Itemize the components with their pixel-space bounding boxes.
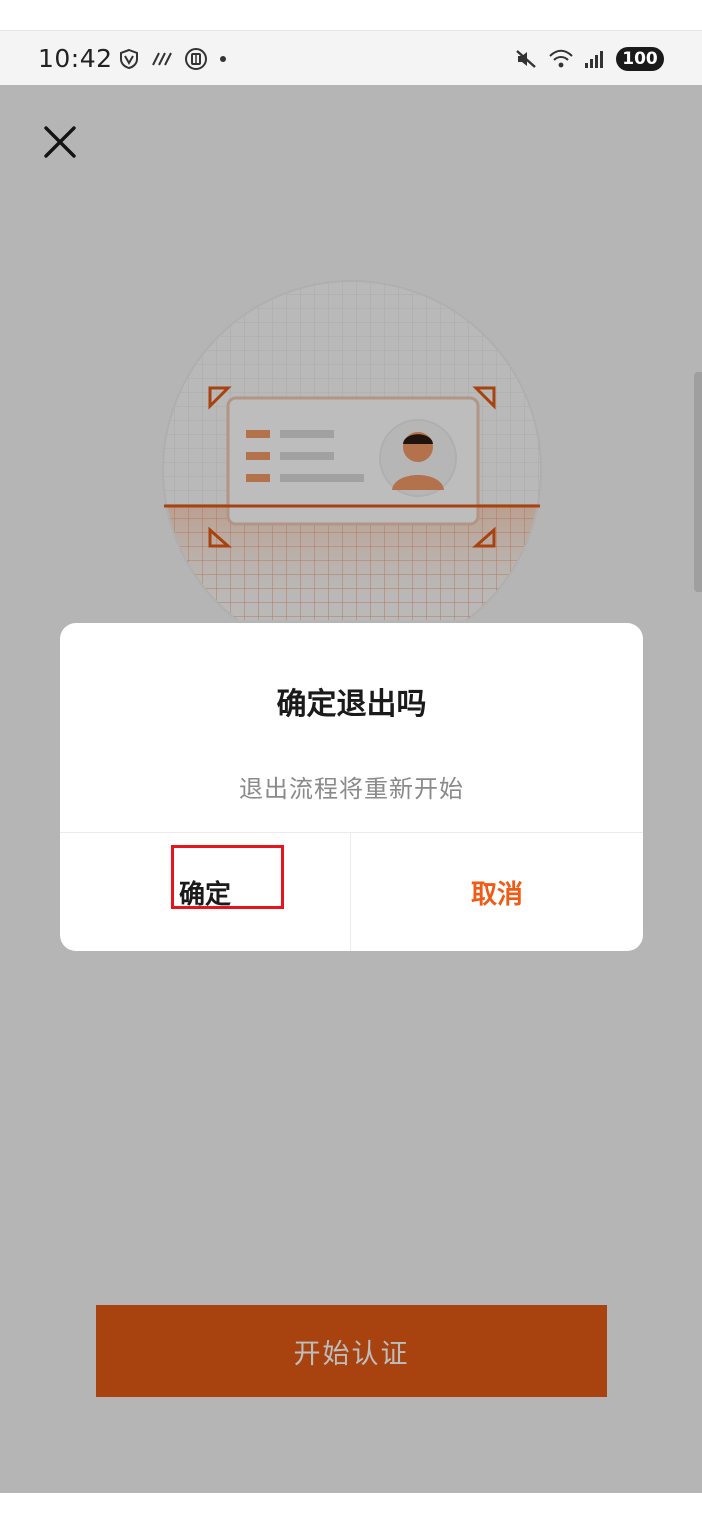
confirm-highlight-box xyxy=(171,845,284,909)
mute-icon xyxy=(516,50,536,68)
status-time: 10:42 xyxy=(38,44,113,73)
pause-circle-icon xyxy=(185,48,207,70)
dot-icon xyxy=(220,56,226,62)
status-left-icons xyxy=(118,47,228,71)
top-strip xyxy=(0,0,702,31)
cancel-button[interactable]: 取消 xyxy=(351,833,643,951)
dialog-title: 确定退出吗 xyxy=(276,687,427,722)
battery-indicator: 100 xyxy=(616,47,664,71)
dialog-message: 退出流程将重新开始 xyxy=(239,775,464,803)
bottom-strip xyxy=(0,1493,702,1518)
vpn-shield-icon xyxy=(120,48,138,70)
status-right-icons: 100 xyxy=(514,47,664,71)
status-bar: 10:42 100 xyxy=(0,31,702,85)
exit-confirm-dialog: 确定退出吗 退出流程将重新开始 确定 取消 xyxy=(60,623,643,951)
wifi-icon xyxy=(549,49,573,68)
phone-screen: 10:42 100 开始认证 确定退出吗 退出流程将重新开始 确定 取消 xyxy=(0,0,702,1518)
signal-icon xyxy=(585,51,603,68)
nfc-icon xyxy=(152,52,172,66)
